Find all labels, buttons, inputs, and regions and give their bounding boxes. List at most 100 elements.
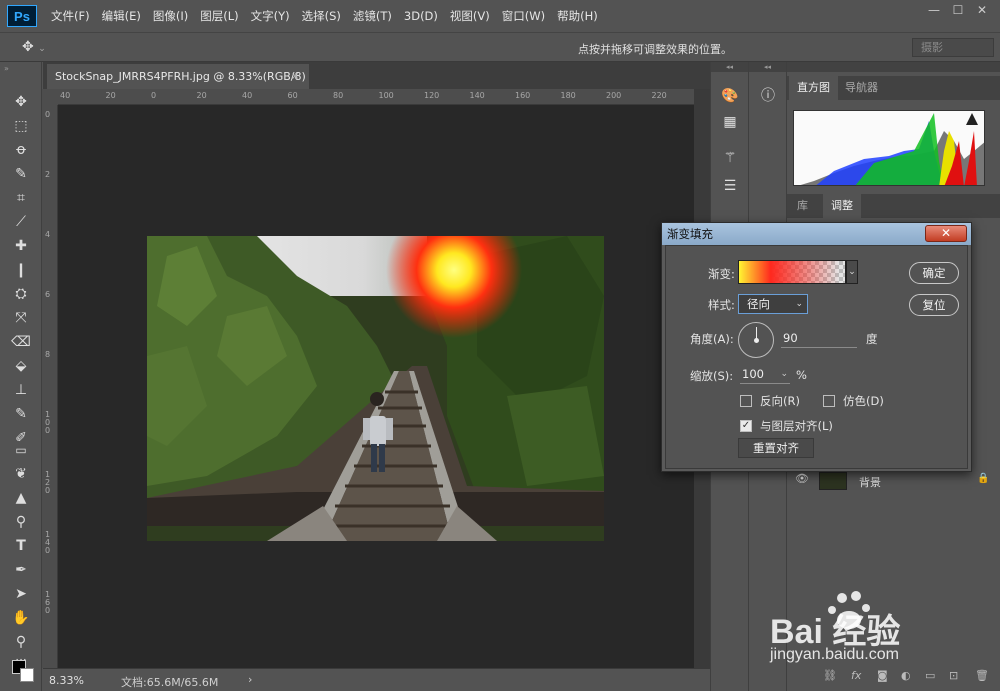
fx-icon[interactable]: fx bbox=[851, 669, 861, 682]
blur-icon[interactable]: ✎ bbox=[10, 404, 32, 424]
move-icon[interactable]: ✥ bbox=[10, 92, 32, 112]
dodge-icon[interactable]: ⚲ bbox=[10, 512, 32, 532]
dial-center bbox=[754, 338, 759, 343]
tab-library[interactable]: 库 bbox=[789, 194, 816, 218]
eyedropper-icon[interactable]: ⟋ bbox=[10, 212, 32, 232]
horizontal-ruler[interactable]: 4020020406080100120140160180200220240 bbox=[58, 89, 712, 105]
menu-item[interactable]: 文件(F) bbox=[45, 0, 96, 32]
reset-alignment-button[interactable]: 重置对齐 bbox=[738, 438, 814, 458]
background-color[interactable] bbox=[20, 668, 34, 682]
strip-collapse-icon[interactable]: ◂◂ bbox=[711, 62, 748, 72]
adjustment-layer-icon[interactable]: ◐ bbox=[901, 669, 911, 682]
quick-select-icon[interactable]: ✎ bbox=[10, 164, 32, 184]
folder-icon[interactable]: ▭ bbox=[925, 669, 935, 682]
ruler-tick-label: 1 6 0 bbox=[45, 590, 51, 615]
collapse-icon[interactable]: » bbox=[4, 64, 9, 73]
close-document-icon[interactable]: × bbox=[291, 64, 299, 89]
brush-preset-icon[interactable]: ⚚ bbox=[720, 148, 740, 168]
sponge-icon[interactable]: ❦ bbox=[10, 464, 32, 484]
tab-navigator[interactable]: 导航器 bbox=[837, 76, 886, 100]
gradient-icon[interactable]: ▭ bbox=[10, 440, 32, 460]
layer-background[interactable]: 👁 背景 🔒 bbox=[787, 470, 1000, 492]
angle-input[interactable]: 90 bbox=[781, 328, 857, 348]
reverse-label: 反向(R) bbox=[760, 394, 800, 408]
ruler-tick-label: 40 bbox=[60, 91, 71, 100]
document-tab[interactable]: StockSnap_JMRRS4PFRH.jpg @ 8.33%(RGB/8) … bbox=[47, 64, 309, 89]
tab-histogram[interactable]: 直方图 bbox=[789, 76, 838, 100]
zoom-icon[interactable]: ⚲ bbox=[10, 632, 32, 652]
marquee-icon[interactable]: ⬚ bbox=[10, 116, 32, 136]
palette-icon[interactable]: 🎨 bbox=[720, 86, 740, 106]
healing-brush-icon[interactable]: ✚ bbox=[10, 236, 32, 256]
menu-item[interactable]: 图层(L) bbox=[194, 0, 244, 32]
ruler-tick-label: 0 bbox=[45, 110, 51, 119]
dither-checkbox[interactable] bbox=[823, 395, 835, 407]
brush-icon[interactable]: ❙ bbox=[10, 260, 32, 280]
pen-icon[interactable]: ✒ bbox=[10, 560, 32, 580]
reverse-checkbox[interactable] bbox=[740, 395, 752, 407]
style-select[interactable]: 径向 ⌄ bbox=[738, 294, 808, 314]
trash-icon[interactable]: 🗑 bbox=[975, 669, 989, 682]
style-value: 径向 bbox=[747, 297, 770, 311]
link-icon[interactable]: ⛓ bbox=[823, 669, 837, 682]
document-image[interactable] bbox=[147, 236, 604, 541]
histogram-chart bbox=[793, 110, 985, 186]
workspace-switcher[interactable]: 摄影 bbox=[912, 38, 994, 57]
vertical-ruler[interactable]: 0 2 4 6 8 1 0 0 1 2 0 1 4 0 1 6 0 bbox=[42, 105, 58, 668]
histogram-tabs: 直方图 导航器 bbox=[787, 76, 1000, 100]
zoom-level[interactable]: 8.33% bbox=[49, 674, 84, 687]
menu-item[interactable]: 帮助(H) bbox=[551, 0, 604, 32]
ok-button[interactable]: 确定 bbox=[909, 262, 959, 284]
tools-panel: » ✥ ⬚ ꝋ ✎ ⌗ ⟋ ✚ ❙ ⛭ ⤧ ⌫ ⬙ ⊥ ✎ ✐ ▭ ❦ ▲ ⚲ … bbox=[0, 62, 42, 691]
menu-item[interactable]: 窗口(W) bbox=[496, 0, 551, 32]
color-swatches[interactable] bbox=[12, 660, 36, 684]
triangle-icon[interactable]: ▲ bbox=[10, 488, 32, 508]
scale-label: 缩放(S): bbox=[690, 369, 734, 383]
ruler-tick-label: 1 0 0 bbox=[45, 410, 51, 435]
reset-button[interactable]: 复位 bbox=[909, 294, 959, 316]
options-bar: ✥ ⌄ 点按并拖移可调整效果的位置。 摄影 bbox=[0, 32, 1000, 62]
close-icon[interactable]: ✕ bbox=[972, 3, 992, 17]
angle-dial[interactable] bbox=[738, 322, 774, 358]
ruler-tick-label: 80 bbox=[333, 91, 344, 100]
path-select-icon[interactable]: ➤ bbox=[10, 584, 32, 604]
gradient-swatch[interactable] bbox=[738, 260, 846, 284]
menu-item[interactable]: 图像(I) bbox=[147, 0, 194, 32]
hand-icon[interactable]: ✋ bbox=[10, 608, 32, 628]
eraser-icon[interactable]: ⌫ bbox=[10, 332, 32, 352]
stamp-icon[interactable]: ⛭ bbox=[10, 284, 32, 304]
adjustment-tabs: 库 调整 bbox=[787, 194, 1000, 218]
tab-adjustments[interactable]: 调整 bbox=[823, 194, 861, 218]
strip-collapse-icon[interactable]: ◂◂ bbox=[749, 62, 786, 72]
info-icon[interactable]: ⓘ bbox=[758, 86, 778, 106]
ruler-tick-label: 220 bbox=[651, 91, 667, 100]
menu-item[interactable]: 滤镜(T) bbox=[347, 0, 398, 32]
layer-name: 背景 bbox=[859, 476, 881, 489]
menu-item[interactable]: 编辑(E) bbox=[96, 0, 147, 32]
photoshop-logo: Ps bbox=[7, 5, 37, 27]
paint-bucket-icon[interactable]: ⬙ bbox=[10, 356, 32, 376]
menu-item[interactable]: 3D(D) bbox=[398, 0, 444, 32]
history-brush-icon[interactable]: ⤧ bbox=[10, 308, 32, 328]
grid-icon[interactable]: ▦ bbox=[720, 112, 740, 132]
options-hint: 点按并拖移可调整效果的位置。 bbox=[578, 43, 732, 56]
menu-item[interactable]: 视图(V) bbox=[444, 0, 496, 32]
eye-icon[interactable]: 👁 bbox=[795, 472, 809, 485]
mask-icon[interactable]: ◙ bbox=[877, 669, 888, 682]
menu-item[interactable]: 选择(S) bbox=[296, 0, 347, 32]
align-with-layer-checkbox[interactable]: ✓ bbox=[740, 420, 752, 432]
maximize-icon[interactable]: ☐ bbox=[948, 3, 968, 17]
gradient-dropdown-icon[interactable]: ⌄ bbox=[846, 260, 858, 284]
type-icon[interactable]: T bbox=[10, 536, 32, 556]
minimize-icon[interactable]: — bbox=[924, 3, 944, 17]
crop-icon[interactable]: ⌗ bbox=[10, 188, 32, 208]
clone-stamp-icon[interactable]: ⊥ bbox=[10, 380, 32, 400]
scale-input[interactable]: 100 ⌄ bbox=[740, 364, 790, 384]
lasso-icon[interactable]: ꝋ bbox=[10, 140, 32, 160]
sliders-icon[interactable]: ☰ bbox=[720, 176, 740, 196]
dialog-close-button[interactable]: ✕ bbox=[925, 225, 967, 242]
menu-item[interactable]: 文字(Y) bbox=[245, 0, 296, 32]
status-arrow-icon[interactable]: › bbox=[248, 673, 252, 686]
new-layer-icon[interactable]: ⊡ bbox=[949, 669, 958, 682]
move-tool-icon[interactable]: ✥ ⌄ bbox=[22, 39, 46, 55]
